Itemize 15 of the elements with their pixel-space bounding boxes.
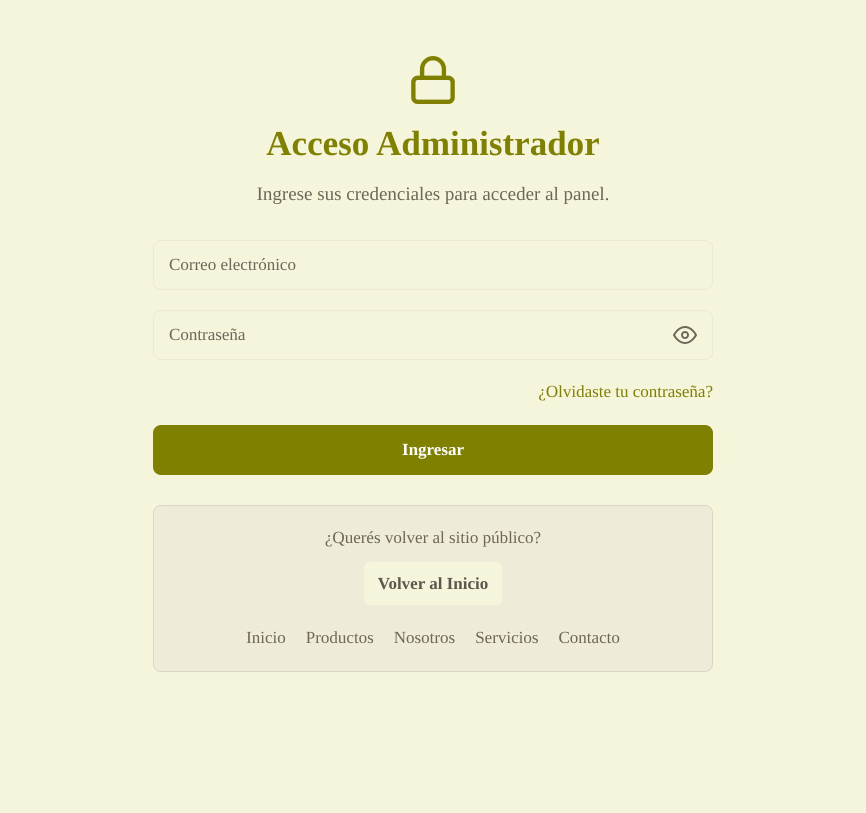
nav-link[interactable]: Servicios xyxy=(475,626,538,650)
back-home-button[interactable]: Volver al Inicio xyxy=(364,562,502,605)
nav-link[interactable]: Contacto xyxy=(558,626,620,650)
nav-link[interactable]: Inicio xyxy=(246,626,286,650)
nav-link[interactable]: Productos xyxy=(306,626,374,650)
page-title: Acceso Administrador xyxy=(266,123,600,165)
email-field[interactable]: Correo electrónico xyxy=(153,240,713,290)
lock-icon xyxy=(411,56,455,104)
nav-link[interactable]: Nosotros xyxy=(394,626,456,650)
page-subtitle: Ingrese sus credenciales para acceder al panel. xyxy=(256,183,610,207)
password-field[interactable]: Contraseña xyxy=(153,310,713,360)
eye-icon[interactable] xyxy=(673,326,697,344)
login-button[interactable]: Ingresar xyxy=(153,425,713,475)
forgot-password-link[interactable]: ¿Olvidaste tu contraseña? xyxy=(538,380,713,404)
public-site-prompt: ¿Querés volver al sitio público? xyxy=(324,527,542,549)
